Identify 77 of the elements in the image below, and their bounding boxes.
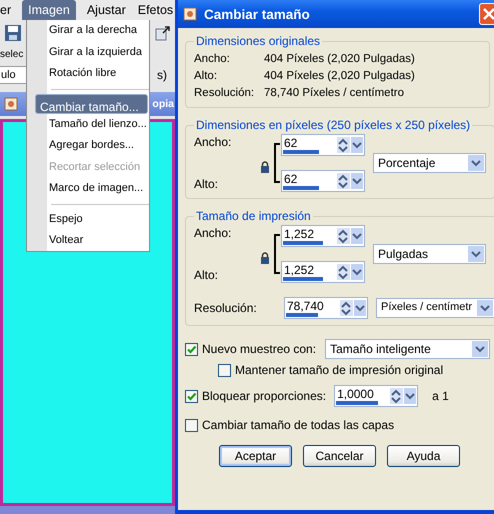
dropdown-button[interactable] [351,173,363,189]
option-field[interactable]: ulo [0,66,27,84]
up-down-button[interactable] [337,228,350,244]
checkbox[interactable] [218,364,231,376]
up-down-button[interactable] [337,264,350,280]
menu-item[interactable]: Cambiar tamaño... [35,94,148,114]
menu-item[interactable]: Agregar bordes... [28,135,148,156]
unit-dropdown[interactable]: Porcentaje [373,153,486,173]
field-value: 404 Píxeles (2,020 Pulgadas) [264,52,415,64]
document-title: opia [152,98,174,110]
field-label: Alto: [194,268,220,282]
dropdown-button[interactable] [468,246,484,262]
menu-item[interactable]: Tamaño del lienzo... [28,114,148,135]
field-value: 404 Píxeles (2,020 Pulgadas) [264,70,415,82]
app-icon [182,6,198,22]
checkbox-label: Mantener tamaño de impresión original [235,363,444,377]
up-down-button[interactable] [337,173,350,189]
close-button[interactable] [479,3,494,25]
unit-dropdown[interactable]: Píxeles / centímetr [376,298,494,318]
field-label: Ancho: [194,226,232,240]
menu-item[interactable]: Girar a la derecha [28,20,148,42]
checkbox[interactable] [185,418,198,432]
dialog-title: Cambiar tamaño [204,6,310,22]
save-icon[interactable] [4,24,22,42]
number-field[interactable]: 1,252 [281,261,365,283]
up-down-button[interactable] [340,300,353,316]
dropdown-button[interactable] [354,300,366,316]
document-icon [3,96,19,112]
unit-dropdown[interactable]: Pulgadas [373,244,486,264]
dropdown-button[interactable] [351,137,363,153]
checkbox-label: Bloquear proporciones: [202,389,326,403]
checkbox[interactable] [185,390,198,402]
field-label: Alto: [194,177,220,191]
number-field[interactable]: 1,0000 [334,385,418,407]
dialog-button[interactable]: Cancelar [303,445,376,467]
number-field[interactable]: 62 [281,134,365,156]
dropdown-button[interactable] [351,228,363,244]
dropdown-button[interactable] [468,155,484,171]
menu-item[interactable]: Girar a la izquierda [28,42,148,63]
expand-icon[interactable] [155,24,171,40]
lock-icon [260,161,270,173]
toolbar-label: s) [157,68,168,82]
ratio-suffix: a 1 [432,389,449,403]
number-field[interactable]: 1,252 [281,225,365,247]
group-title: Dimensiones originales [195,34,322,48]
up-down-button[interactable] [337,137,350,153]
menu-bar-item[interactable]: Efetos [132,0,180,20]
dropdown-button[interactable] [472,341,488,357]
menu-item[interactable]: Marco de imagen... [28,178,148,200]
field-label: Alto: [194,70,218,82]
checkbox-label: Nuevo muestreo con: [202,342,316,356]
number-field[interactable]: 62 [281,170,365,192]
field-label: Resolución: [194,86,256,98]
dropdown-button[interactable] [351,264,363,280]
dropdown-button[interactable] [477,300,493,316]
menu-item[interactable]: Rotación libre [28,63,148,84]
field-value: 78,740 Píxeles / centímetro [264,86,404,98]
dropdown-button[interactable] [404,388,416,404]
menu-item[interactable]: Voltear [28,230,148,251]
group-title: Tamaño de impresión [195,209,312,223]
menu-bar-item[interactable]: Ajustar [80,0,132,20]
field-label: Resolución: [194,301,258,315]
number-field[interactable]: 78,740 [284,297,368,319]
method-dropdown[interactable]: Tamaño inteligente [325,339,490,359]
up-down-button[interactable] [390,388,404,404]
toolbar-label: selec [0,48,24,60]
field-label: Ancho: [194,135,232,149]
menu-bar-item[interactable]: er [0,0,18,20]
checkbox-label: Cambiar tamaño de todas las capas [202,418,394,432]
dialog-button[interactable]: Aceptar [219,445,292,467]
group-title: Dimensiones en píxeles (250 píxeles x 250 píxeles) [195,118,472,132]
checkbox[interactable] [185,342,198,356]
menu-item[interactable]: Espejo [28,208,148,230]
menu-bar-item[interactable]: Imagen [22,0,76,20]
field-label: Ancho: [194,52,231,64]
dialog-button[interactable]: Ayuda [387,445,460,467]
lock-icon [260,252,270,264]
